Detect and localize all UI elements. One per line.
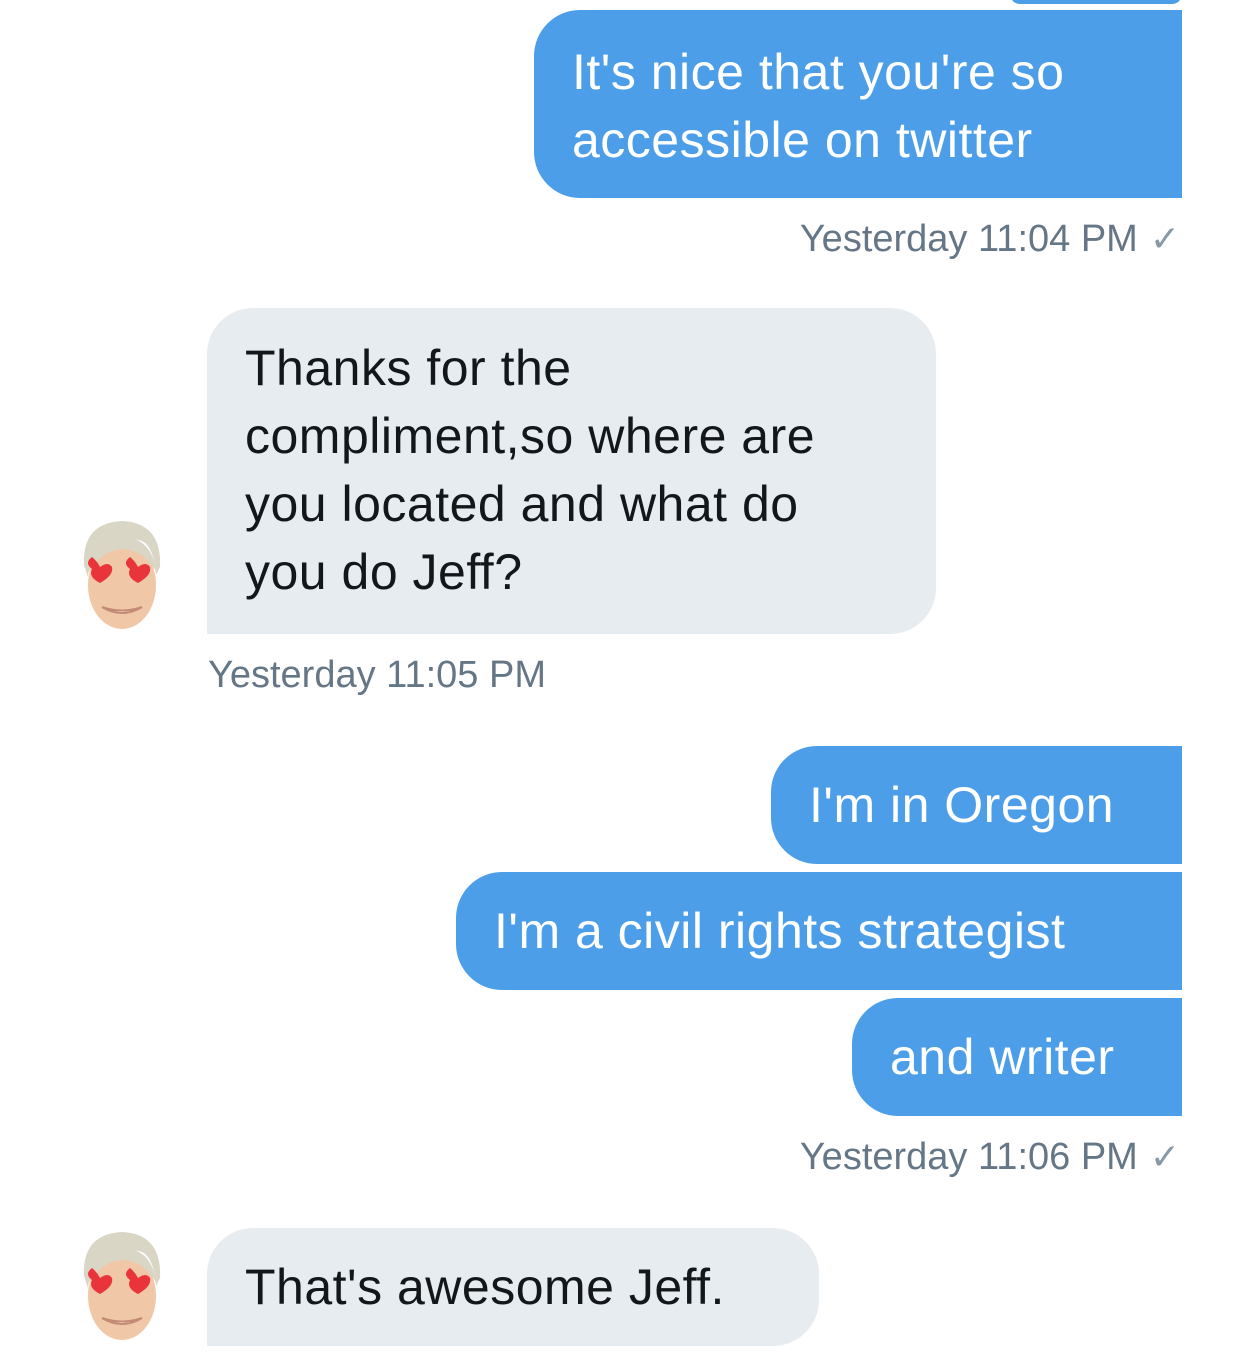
avatar[interactable] xyxy=(72,515,172,635)
message-line: accessible on twitter xyxy=(572,112,1033,168)
message-text: That's awesome Jeff. xyxy=(245,1259,725,1315)
outgoing-message-bubble[interactable]: and writer xyxy=(852,998,1182,1116)
previous-message-bubble-edge xyxy=(1010,0,1182,4)
incoming-message-bubble[interactable]: That's awesome Jeff. xyxy=(207,1228,819,1346)
message-line: you located and what do xyxy=(245,476,799,532)
incoming-message-bubble[interactable]: Thanks for the compliment,so where are y… xyxy=(207,308,936,634)
message-line: you do Jeff? xyxy=(245,544,523,600)
avatar[interactable] xyxy=(72,1226,172,1346)
message-text: I'm a civil rights strategist xyxy=(494,903,1066,959)
message-timestamp: Yesterday 11:05 PM xyxy=(208,654,546,697)
message-timestamp: Yesterday 11:06 PM ✓ xyxy=(800,1136,1180,1179)
read-checkmark-icon: ✓ xyxy=(1149,218,1180,259)
memoji-heart-eyes-icon xyxy=(83,521,161,629)
outgoing-message-bubble[interactable]: It's nice that you're so accessible on t… xyxy=(534,10,1182,198)
message-text: and writer xyxy=(890,1029,1115,1085)
read-checkmark-icon: ✓ xyxy=(1149,1136,1180,1177)
message-line: compliment,so where are xyxy=(245,408,816,464)
timestamp-text: Yesterday 11:06 PM xyxy=(799,1136,1138,1178)
message-text: I'm in Oregon xyxy=(809,777,1115,833)
outgoing-message-bubble[interactable]: I'm a civil rights strategist xyxy=(456,872,1182,990)
message-line: It's nice that you're so xyxy=(572,44,1065,100)
outgoing-message-bubble[interactable]: I'm in Oregon xyxy=(771,746,1182,864)
message-line: Thanks for the xyxy=(245,340,572,396)
memoji-heart-eyes-icon xyxy=(83,1232,161,1340)
timestamp-text: Yesterday 11:05 PM xyxy=(208,654,546,696)
message-timestamp: Yesterday 11:04 PM ✓ xyxy=(800,218,1180,261)
timestamp-text: Yesterday 11:04 PM xyxy=(799,218,1138,260)
